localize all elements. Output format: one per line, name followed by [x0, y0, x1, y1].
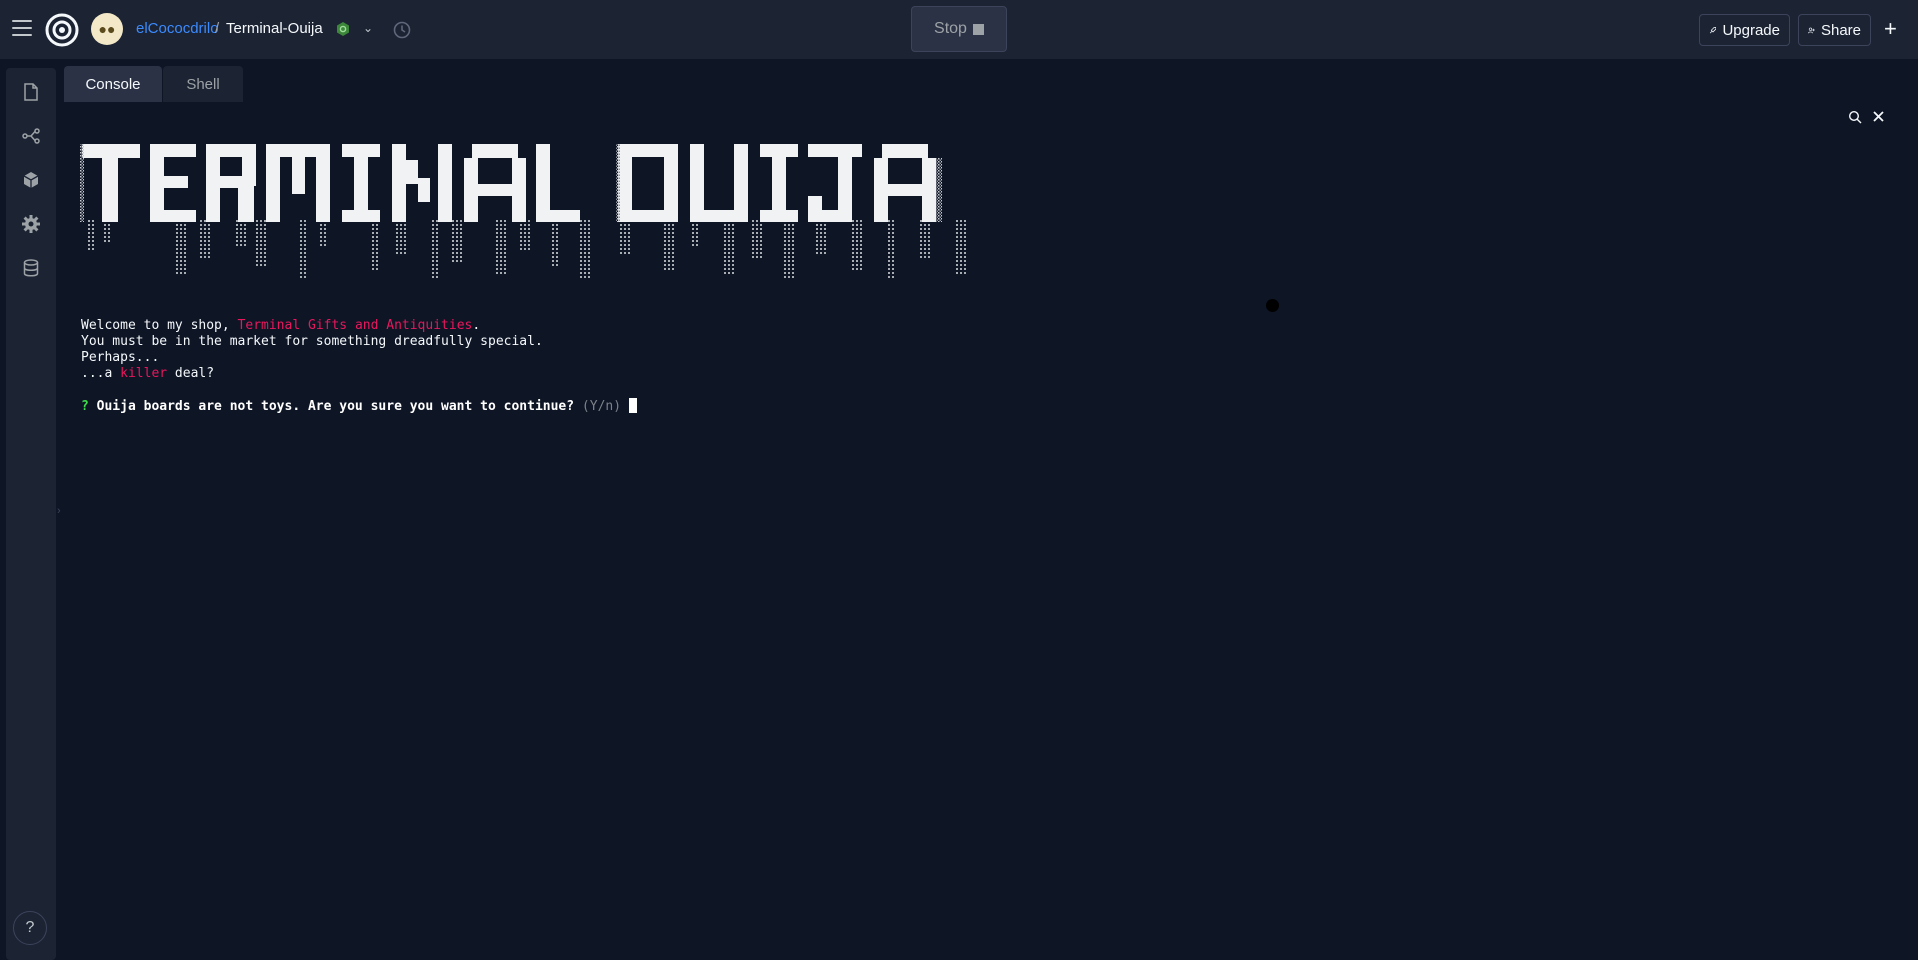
share-label: Share	[1820, 21, 1861, 39]
console-tabs: Console Shell	[64, 66, 1918, 102]
avatar[interactable]: ●●	[91, 13, 123, 45]
terminal-output: Welcome to my shop, Terminal Gifts and A…	[81, 318, 637, 415]
history-icon[interactable]	[392, 20, 412, 40]
chevron-down-icon[interactable]: ⌄	[363, 21, 373, 35]
database-icon[interactable]	[21, 258, 41, 278]
mouse-cursor-dot	[1266, 299, 1279, 312]
rocket-icon	[1709, 26, 1717, 33]
killer-word: killer	[120, 366, 168, 381]
upgrade-label: Upgrade	[1722, 21, 1780, 39]
market-line: You must be in the market for something …	[81, 334, 543, 349]
menu-icon[interactable]	[12, 20, 32, 36]
share-button[interactable]: Share	[1798, 14, 1871, 46]
breadcrumb-username[interactable]: elCococdrilo	[136, 20, 219, 37]
git-icon[interactable]	[21, 126, 41, 146]
nodejs-icon[interactable]	[335, 21, 351, 37]
search-icon[interactable]	[1848, 110, 1862, 124]
sidebar: ?	[6, 68, 56, 960]
plus-icon[interactable]: +	[1884, 16, 1897, 42]
add-user-icon	[1808, 27, 1815, 33]
deal-prefix: ...a	[81, 366, 121, 381]
welcome-suffix: .	[472, 318, 481, 333]
deal-suffix: deal?	[167, 366, 215, 381]
settings-icon[interactable]	[21, 214, 41, 234]
packages-icon[interactable]	[21, 170, 41, 190]
welcome-prefix: Welcome to my shop,	[81, 318, 238, 333]
help-button[interactable]: ?	[13, 911, 47, 945]
tab-console[interactable]: Console	[64, 66, 162, 102]
terminal-cursor[interactable]	[628, 398, 637, 413]
stop-icon	[972, 23, 984, 35]
welcome-line: Welcome to my shop, Terminal Gifts and A…	[81, 318, 637, 334]
perhaps-line: Perhaps...	[81, 350, 160, 365]
deal-line: ...a killer deal?	[81, 366, 637, 382]
breadcrumb-separator: /	[215, 20, 220, 37]
shop-name: Terminal Gifts and Antiquities	[237, 318, 473, 333]
prompt-line[interactable]: ? Ouija boards are not toys. Are you sur…	[81, 398, 637, 415]
breadcrumb-repl-name[interactable]: Terminal-Ouija	[226, 20, 323, 37]
stop-button[interactable]: Stop	[911, 6, 1007, 52]
ascii-banner	[80, 144, 968, 280]
terminal-tools	[1848, 110, 1886, 130]
files-icon[interactable]	[21, 82, 41, 102]
tab-shell[interactable]: Shell	[163, 66, 243, 102]
top-bar: ●● elCococdrilo / Terminal-Ouija ⌄ Stop …	[0, 0, 1918, 60]
prompt-hint: (Y/n)	[581, 399, 622, 414]
upgrade-button[interactable]: Upgrade	[1699, 14, 1790, 46]
close-icon[interactable]	[1872, 110, 1885, 123]
stop-label: Stop	[934, 20, 967, 37]
sidebar-collapse-handle[interactable]: ›	[57, 505, 61, 517]
prompt-question: Ouija boards are not toys. Are you sure …	[96, 399, 575, 414]
replit-logo-icon[interactable]	[45, 13, 79, 47]
prompt-marker: ?	[81, 399, 89, 414]
